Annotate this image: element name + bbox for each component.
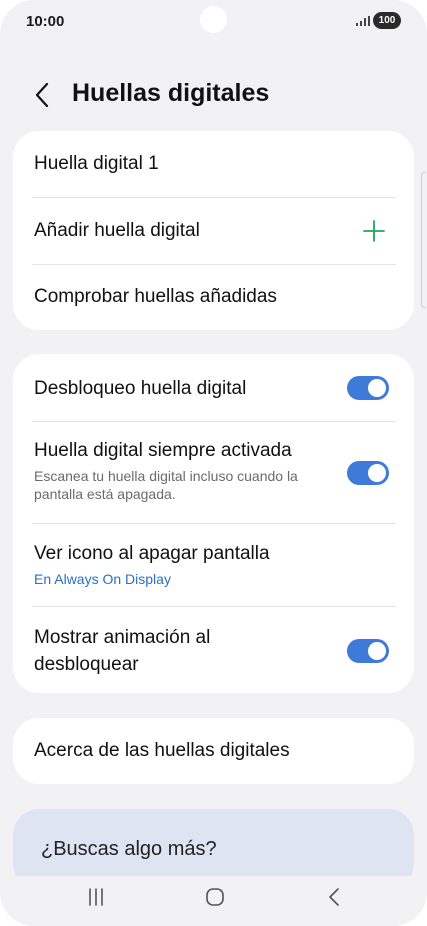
toggle-knob xyxy=(368,642,386,660)
list-item-fingerprint-unlock[interactable]: Desbloqueo huella digital xyxy=(13,354,414,421)
battery-indicator: 100 xyxy=(373,12,401,29)
always-on-fingerprint-toggle[interactable] xyxy=(347,461,389,485)
edge-panel-handle[interactable] xyxy=(421,172,426,308)
phone-screen: 10:00 100 Huellas digitales Huella digit… xyxy=(0,0,427,926)
back-icon[interactable] xyxy=(326,886,342,908)
camera-cutout xyxy=(200,6,227,33)
list-item-label: Huella digital siempre activada xyxy=(34,440,292,461)
navigation-bar xyxy=(0,876,427,926)
status-time: 10:00 xyxy=(26,13,65,30)
status-bar: 10:00 100 xyxy=(0,0,427,44)
list-item-label: Huella digital 1 xyxy=(34,153,159,174)
chevron-left-icon xyxy=(35,82,49,108)
home-icon[interactable] xyxy=(205,886,225,908)
list-item-label: Ver icono al apagar pantalla xyxy=(34,543,270,564)
list-item-always-on-fingerprint[interactable]: Huella digital siempre activada Escanea … xyxy=(13,422,414,523)
list-item-fingerprint-1[interactable]: Huella digital 1 xyxy=(13,131,414,197)
page-title: Huellas digitales xyxy=(72,79,270,107)
list-item-label: Añadir huella digital xyxy=(34,220,200,241)
toggle-knob xyxy=(368,464,386,482)
about-fingerprints-label: Acerca de las huellas digitales xyxy=(34,740,290,761)
about-card[interactable]: Acerca de las huellas digitales xyxy=(13,718,414,784)
back-button[interactable] xyxy=(28,80,56,110)
signal-icon xyxy=(356,16,370,26)
looking-for-more-label: ¿Buscas algo más? xyxy=(41,838,217,860)
unlock-animation-toggle[interactable] xyxy=(347,639,389,663)
list-item-label: Mostrar animación al desbloquear xyxy=(34,627,211,675)
list-item-check-fingerprints[interactable]: Comprobar huellas añadidas xyxy=(13,265,414,330)
list-item-unlock-animation[interactable]: Mostrar animación al desbloquear xyxy=(13,607,414,693)
fingerprints-card: Huella digital 1 Añadir huella digital C… xyxy=(13,131,414,330)
list-item-label: Comprobar huellas añadidas xyxy=(34,286,277,307)
toggle-knob xyxy=(368,379,386,397)
list-item-show-icon-screen-off[interactable]: Ver icono al apagar pantalla En Always O… xyxy=(13,524,414,606)
fingerprint-unlock-toggle[interactable] xyxy=(347,376,389,400)
fingerprint-settings-card: Desbloqueo huella digital Huella digital… xyxy=(13,354,414,693)
recents-icon[interactable] xyxy=(86,886,106,908)
list-item-label: Desbloqueo huella digital xyxy=(34,378,247,399)
plus-icon xyxy=(363,220,385,242)
list-item-link: En Always On Display xyxy=(34,571,171,587)
list-item-add-fingerprint[interactable]: Añadir huella digital xyxy=(13,198,414,264)
list-item-subtitle: Escanea tu huella digital incluso cuando… xyxy=(34,468,298,502)
